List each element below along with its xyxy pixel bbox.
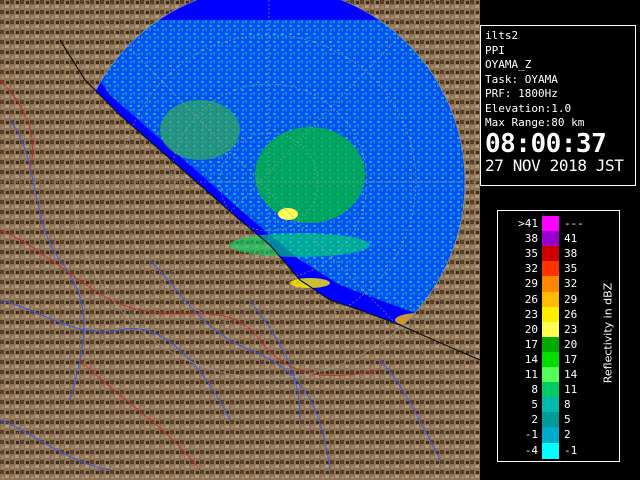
legend-upper-bound: 29 [564,292,578,306]
legend-upper-bound: 38 [564,247,578,261]
legend-lower-bound: 5 [531,398,538,412]
field-name: OYAMA_Z [485,58,532,71]
legend-upper-bound: 8 [564,398,571,412]
product-name: ilts2 [485,29,519,42]
legend-color-swatch [542,321,559,338]
legend-color-swatch [542,397,559,414]
legend-upper-bound: -1 [564,443,578,457]
legend-lower-bound: 2 [531,413,538,427]
legend-color-swatch [542,442,559,459]
legend-color-swatch [542,427,559,444]
legend-upper-bound: 41 [564,232,578,246]
legend-lower-bound: 17 [524,337,538,351]
legend-upper-bound: 23 [564,322,578,336]
legend-lower-bound: 26 [524,292,538,306]
legend-lower-bound: 29 [524,277,538,291]
scan-type: PPI [485,43,505,57]
legend-title-text: Reflectivity in dBZ [601,282,615,384]
legend-lower-bound: 8 [531,383,538,397]
prf-value: PRF: 1800Hz [485,87,558,100]
legend-color-swatch [542,412,559,429]
legend-lower-bound: 32 [524,262,538,276]
legend-color-swatch [542,276,559,293]
legend-lower-bound: 23 [524,307,538,321]
legend-color-swatch [542,351,559,368]
legend-lower-bound: 38 [524,232,538,246]
task-name: Task: OYAMA [485,72,558,86]
legend-color-swatch [542,246,559,263]
elevation-value: Elevation:1.0 [485,101,572,115]
radar-info-panel: ilts2 PPI OYAMA_Z Task: OYAMA PRF: 1800H… [480,25,636,186]
legend-lower-bound: -1 [524,428,538,442]
legend-lower-bound: 11 [524,368,538,381]
legend-color-swatch [542,306,559,323]
legend-lower-bound: 20 [524,322,538,336]
legend-color-swatch [542,336,559,353]
legend-upper-bound: 5 [564,413,571,427]
legend-lower-bound: >41 [518,217,538,230]
legend-lower-bound: -4 [524,443,538,457]
legend-upper-bound: --- [564,217,584,230]
legend-color-swatch [542,216,559,232]
legend-upper-bound: 17 [564,352,578,366]
legend-upper-bound: 20 [564,337,578,351]
legend-upper-bound: 14 [564,368,578,381]
legend-lower-bound: 35 [524,247,538,261]
legend-color-swatch [542,291,559,308]
legend-color-swatch [542,231,559,248]
legend-color-swatch [542,367,559,383]
scan-date: 27 NOV 2018 JST [485,155,624,175]
legend-color-swatch [542,261,559,278]
radar-map-svg [0,0,480,480]
legend-lower-bound: 14 [524,352,538,366]
legend-upper-bound: 11 [564,383,578,397]
legend-upper-bound: 35 [564,262,578,276]
legend-upper-bound: 2 [564,428,571,442]
scan-time: 08:00:37 [485,128,607,159]
legend-upper-bound: 26 [564,307,578,321]
legend-upper-bound: 32 [564,277,578,291]
radar-ppi-display[interactable] [0,0,480,480]
legend-color-swatch [542,382,559,399]
